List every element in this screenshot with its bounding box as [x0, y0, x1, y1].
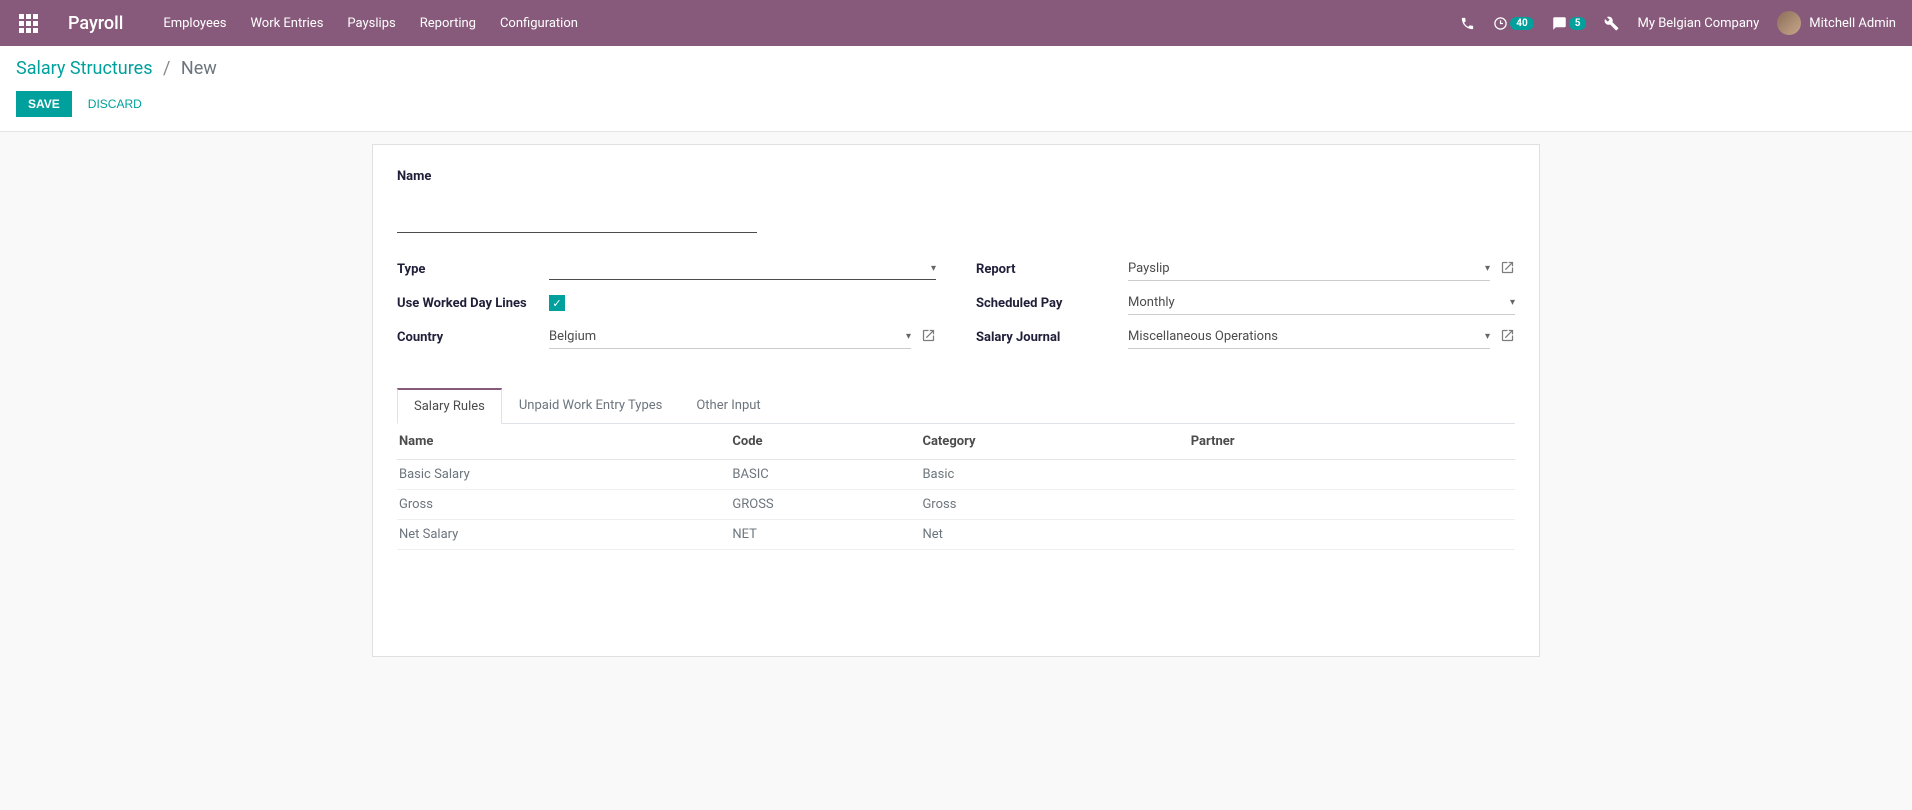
cell-partner — [1191, 520, 1515, 550]
scheduled-pay-label: Scheduled Pay — [976, 296, 1128, 311]
cell-category: Net — [922, 520, 1190, 550]
activities-badge: 40 — [1510, 17, 1533, 30]
col-partner[interactable]: Partner — [1191, 424, 1515, 460]
country-field[interactable]: Belgium ▾ — [549, 325, 911, 349]
field-worked-days: Use Worked Day Lines ✓ — [397, 289, 936, 317]
cell-code: GROSS — [732, 490, 922, 520]
col-category[interactable]: Category — [922, 424, 1190, 460]
tab-unpaid-work-entry[interactable]: Unpaid Work Entry Types — [502, 388, 679, 424]
action-buttons: SAVE DISCARD — [16, 91, 1896, 117]
tabs: Salary Rules Unpaid Work Entry Types Oth… — [397, 387, 1515, 424]
form-col-left: Type ▾ Use Worked Day Lines ✓ Cou — [397, 255, 936, 357]
nav-payslips[interactable]: Payslips — [347, 16, 395, 31]
cell-name: Gross — [397, 490, 732, 520]
name-input[interactable] — [397, 204, 757, 233]
discard-button[interactable]: DISCARD — [78, 91, 152, 117]
country-value: Belgium — [549, 329, 596, 344]
app-title[interactable]: Payroll — [68, 13, 123, 34]
country-label: Country — [397, 330, 549, 345]
report-label: Report — [976, 262, 1128, 277]
field-salary-journal: Salary Journal Miscellaneous Operations … — [976, 323, 1515, 351]
nav-configuration[interactable]: Configuration — [500, 16, 578, 31]
worked-days-label: Use Worked Day Lines — [397, 296, 549, 311]
scheduled-pay-value: Monthly — [1128, 295, 1175, 310]
nav-right: 40 5 My Belgian Company Mitchell Admin — [1460, 11, 1896, 35]
col-name[interactable]: Name — [397, 424, 732, 460]
avatar — [1777, 11, 1801, 35]
tab-other-input[interactable]: Other Input — [679, 388, 777, 424]
breadcrumb: Salary Structures / New — [16, 58, 1896, 79]
table-row[interactable]: Net Salary NET Net — [397, 520, 1515, 550]
cell-partner — [1191, 460, 1515, 490]
breadcrumb-current: New — [181, 58, 217, 79]
breadcrumb-sep: / — [163, 58, 170, 79]
table-row[interactable]: Basic Salary BASIC Basic — [397, 460, 1515, 490]
caret-icon: ▾ — [1510, 297, 1515, 308]
apps-icon[interactable] — [16, 11, 40, 35]
nav-menu: Employees Work Entries Payslips Reportin… — [163, 16, 578, 31]
name-label: Name — [397, 169, 1515, 184]
activities-icon[interactable]: 40 — [1493, 16, 1533, 31]
salary-journal-label: Salary Journal — [976, 330, 1128, 345]
phone-icon[interactable] — [1460, 16, 1475, 31]
title-row: Name — [397, 169, 1515, 233]
caret-icon: ▾ — [1485, 331, 1490, 342]
col-code[interactable]: Code — [732, 424, 922, 460]
debug-icon[interactable] — [1604, 16, 1619, 31]
external-link-icon[interactable] — [921, 328, 936, 347]
external-link-icon[interactable] — [1500, 328, 1515, 347]
nav-reporting[interactable]: Reporting — [420, 16, 476, 31]
user-menu[interactable]: Mitchell Admin — [1777, 11, 1896, 35]
cell-category: Gross — [922, 490, 1190, 520]
caret-icon: ▾ — [931, 263, 936, 274]
type-field[interactable]: ▾ — [549, 258, 936, 280]
user-name: Mitchell Admin — [1809, 16, 1896, 31]
external-link-icon[interactable] — [1500, 260, 1515, 279]
scheduled-pay-field[interactable]: Monthly ▾ — [1128, 291, 1515, 315]
report-value: Payslip — [1128, 261, 1170, 276]
sheet-wrapper: Name Type ▾ Use Worked Day Lines — [0, 132, 1912, 681]
cell-partner — [1191, 490, 1515, 520]
field-type: Type ▾ — [397, 255, 936, 283]
field-country: Country Belgium ▾ — [397, 323, 936, 351]
field-report: Report Payslip ▾ — [976, 255, 1515, 283]
field-scheduled-pay: Scheduled Pay Monthly ▾ — [976, 289, 1515, 317]
cell-name: Net Salary — [397, 520, 732, 550]
control-panel: Salary Structures / New SAVE DISCARD — [0, 46, 1912, 132]
form-sheet: Name Type ▾ Use Worked Day Lines — [372, 144, 1540, 657]
nav-employees[interactable]: Employees — [163, 16, 226, 31]
save-button[interactable]: SAVE — [16, 91, 72, 117]
report-field[interactable]: Payslip ▾ — [1128, 257, 1490, 281]
worked-days-checkbox[interactable]: ✓ — [549, 295, 565, 311]
caret-icon: ▾ — [906, 331, 911, 342]
cell-code: NET — [732, 520, 922, 550]
tab-salary-rules[interactable]: Salary Rules — [397, 388, 502, 424]
cell-code: BASIC — [732, 460, 922, 490]
type-label: Type — [397, 262, 549, 277]
messages-badge: 5 — [1569, 17, 1587, 30]
company-switcher[interactable]: My Belgian Company — [1637, 16, 1759, 31]
salary-journal-value: Miscellaneous Operations — [1128, 329, 1278, 344]
messages-icon[interactable]: 5 — [1552, 16, 1587, 31]
cell-name: Basic Salary — [397, 460, 732, 490]
breadcrumb-parent[interactable]: Salary Structures — [16, 58, 153, 79]
salary-rules-table: Name Code Category Partner Basic Salary … — [397, 424, 1515, 550]
nav-work-entries[interactable]: Work Entries — [250, 16, 323, 31]
cell-category: Basic — [922, 460, 1190, 490]
navbar: Payroll Employees Work Entries Payslips … — [0, 0, 1912, 46]
table-row[interactable]: Gross GROSS Gross — [397, 490, 1515, 520]
form-group: Type ▾ Use Worked Day Lines ✓ Cou — [397, 255, 1515, 357]
caret-icon: ▾ — [1485, 263, 1490, 274]
form-col-right: Report Payslip ▾ Scheduled Pay — [976, 255, 1515, 357]
salary-journal-field[interactable]: Miscellaneous Operations ▾ — [1128, 325, 1490, 349]
